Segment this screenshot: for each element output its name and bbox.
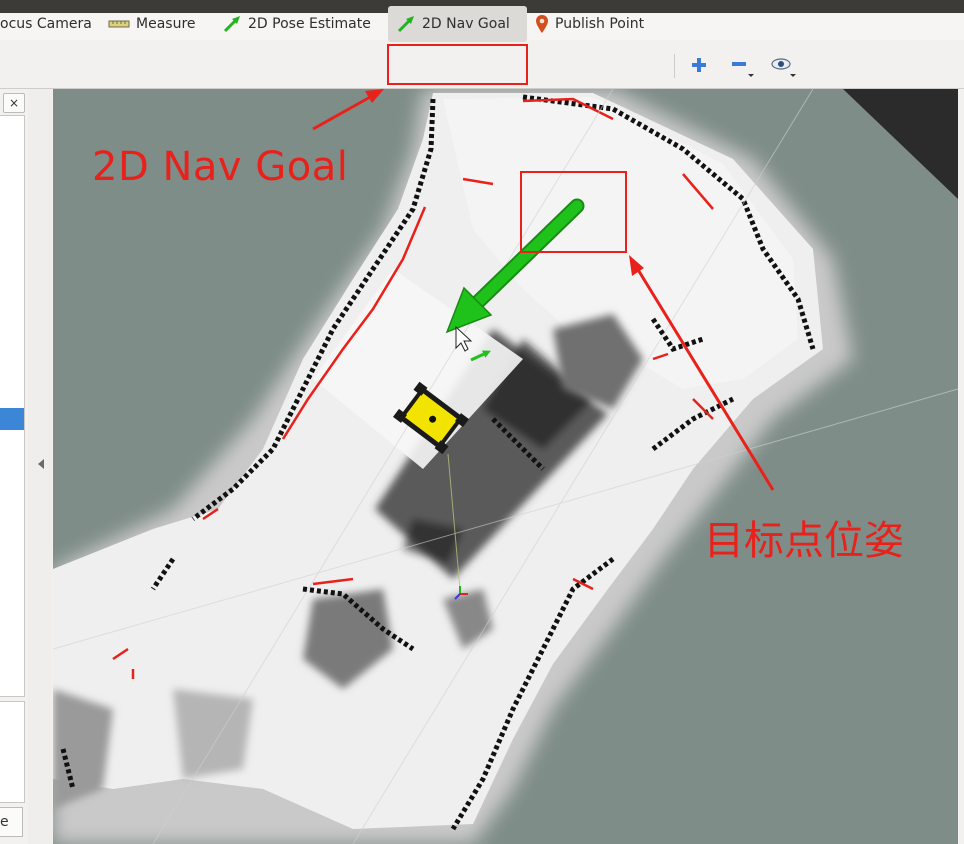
ruler-icon [108,19,130,29]
toolbar-separator [674,54,675,78]
view-options-button[interactable] [770,52,796,78]
tool-2d-nav-goal-label: 2D Nav Goal [422,16,510,32]
displays-panel: × e [0,89,28,844]
green-arrow-icon [222,14,242,34]
tool-publish-point-label: Publish Point [555,16,645,32]
tool-focus-camera-label: ocus Camera [0,16,92,32]
tool-2d-nav-goal[interactable]: 2D Nav Goal [388,6,527,42]
zoom-out-button[interactable] [728,52,754,78]
tool-2d-pose-estimate-label: 2D Pose Estimate [248,16,371,32]
close-panel-button[interactable]: × [3,93,25,113]
selected-tree-row[interactable] [0,408,24,430]
goal-pose-annotation-label: 目标点位姿 [704,518,904,564]
displays-tree[interactable] [0,115,25,697]
viewport-right-edge [958,89,964,844]
occupancy-map [53,89,958,844]
panel-splitter[interactable] [28,89,52,844]
tool-focus-camera[interactable]: ocus Camera [0,6,92,42]
green-arrow-icon [396,14,416,34]
3d-viewport[interactable] [53,89,958,844]
map-pin-icon [535,14,549,34]
tool-publish-point[interactable]: Publish Point [535,6,644,42]
minus-icon [732,62,754,77]
nav-goal-highlight-box [387,44,528,85]
tool-measure[interactable]: Measure [108,6,196,42]
collapse-arrow-icon[interactable] [38,459,44,469]
zoom-in-button[interactable] [686,52,712,78]
nav-goal-annotation-title: 2D Nav Goal [92,144,349,190]
property-description-box [0,701,25,803]
tool-measure-label: Measure [136,16,196,32]
plus-icon [692,58,706,72]
panel-bottom-button[interactable]: e [0,807,23,837]
tool-2d-pose-estimate[interactable]: 2D Pose Estimate [222,6,371,42]
eye-icon [771,58,796,77]
